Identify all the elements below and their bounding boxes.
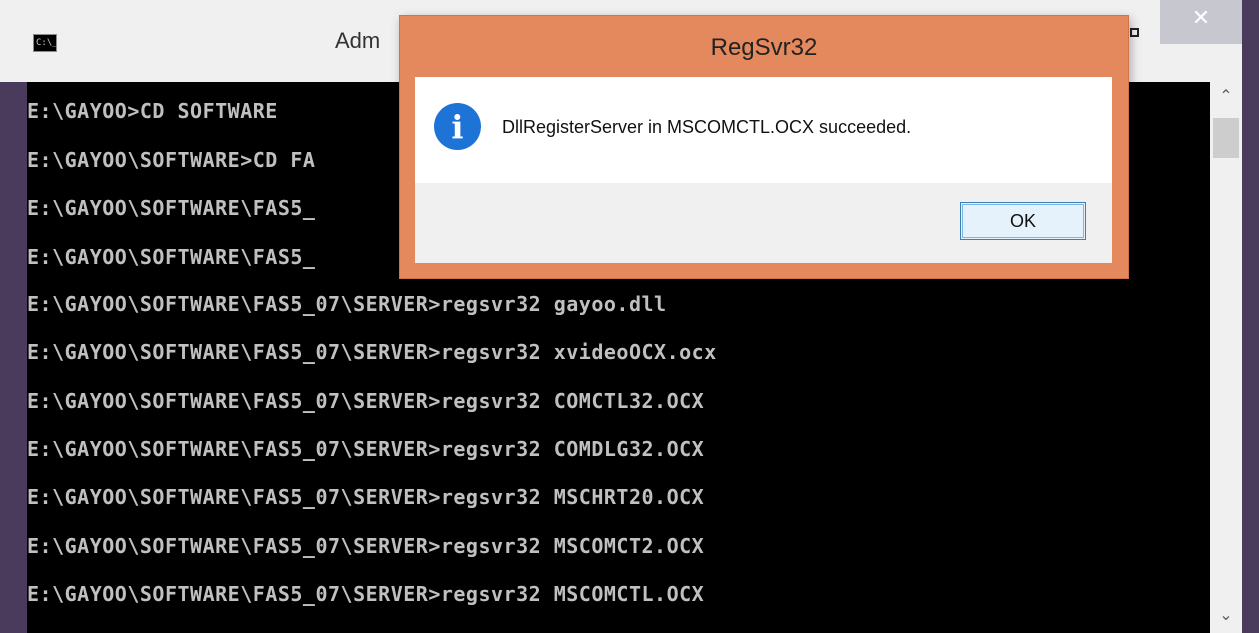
console-line: E:\GAYOO\SOFTWARE\FAS5_07\SERVER>regsvr3… — [27, 389, 705, 413]
ok-button[interactable]: OK — [960, 202, 1086, 240]
info-icon: i — [434, 103, 481, 150]
scroll-thumb[interactable] — [1213, 118, 1239, 158]
window-frame-right — [1242, 0, 1259, 633]
console-line: E:\GAYOO\SOFTWARE\FAS5_07\SERVER>regsvr3… — [27, 437, 705, 461]
dialog-message: DllRegisterServer in MSCOMCTL.OCX succee… — [502, 117, 912, 137]
console-app-icon[interactable]: C:\_ — [33, 34, 58, 52]
console-line: E:\GAYOO>CD SOFTWARE — [27, 99, 278, 123]
regsvr32-dialog: RegSvr32 i DllRegisterServer in MSCOMCTL… — [400, 16, 1128, 278]
console-line: E:\GAYOO\SOFTWARE\FAS5_ — [27, 245, 316, 269]
window-frame-left — [0, 82, 27, 633]
console-line: E:\GAYOO\SOFTWARE\FAS5_ — [27, 196, 316, 220]
console-window-title: Adm — [335, 28, 381, 53]
console-line: E:\GAYOO\SOFTWARE>CD FA — [27, 148, 316, 172]
console-line: E:\GAYOO\SOFTWARE\FAS5_07\SERVER>regsvr3… — [27, 485, 705, 509]
dialog-footer: OK — [415, 183, 1112, 263]
console-line: E:\GAYOO\SOFTWARE\FAS5_07\SERVER>regsvr3… — [27, 292, 667, 316]
scroll-down-button[interactable]: ⌄ — [1210, 599, 1242, 631]
console-line: E:\GAYOO\SOFTWARE\FAS5_07\SERVER>regsvr3… — [27, 340, 717, 364]
console-app-icon-label: C:\_ — [36, 38, 58, 48]
dialog-title: RegSvr32 — [710, 34, 818, 61]
close-icon: ✕ — [1191, 6, 1211, 31]
maximize-icon — [1130, 28, 1139, 37]
vertical-scrollbar[interactable]: ⌃ ⌄ — [1210, 82, 1242, 633]
dialog-body: i DllRegisterServer in MSCOMCTL.OCX succ… — [415, 77, 1112, 183]
chevron-down-icon: ⌄ — [1219, 607, 1233, 624]
console-line: E:\GAYOO\SOFTWARE\FAS5_07\SERVER>regsvr3… — [27, 582, 705, 606]
console-line: E:\GAYOO\SOFTWARE\FAS5_07\SERVER>regsvr3… — [27, 534, 705, 558]
scroll-up-button[interactable]: ⌃ — [1210, 82, 1242, 114]
close-button[interactable]: ✕ — [1160, 0, 1242, 44]
chevron-up-icon: ⌃ — [1219, 88, 1233, 105]
info-icon-glyph: i — [451, 108, 464, 146]
